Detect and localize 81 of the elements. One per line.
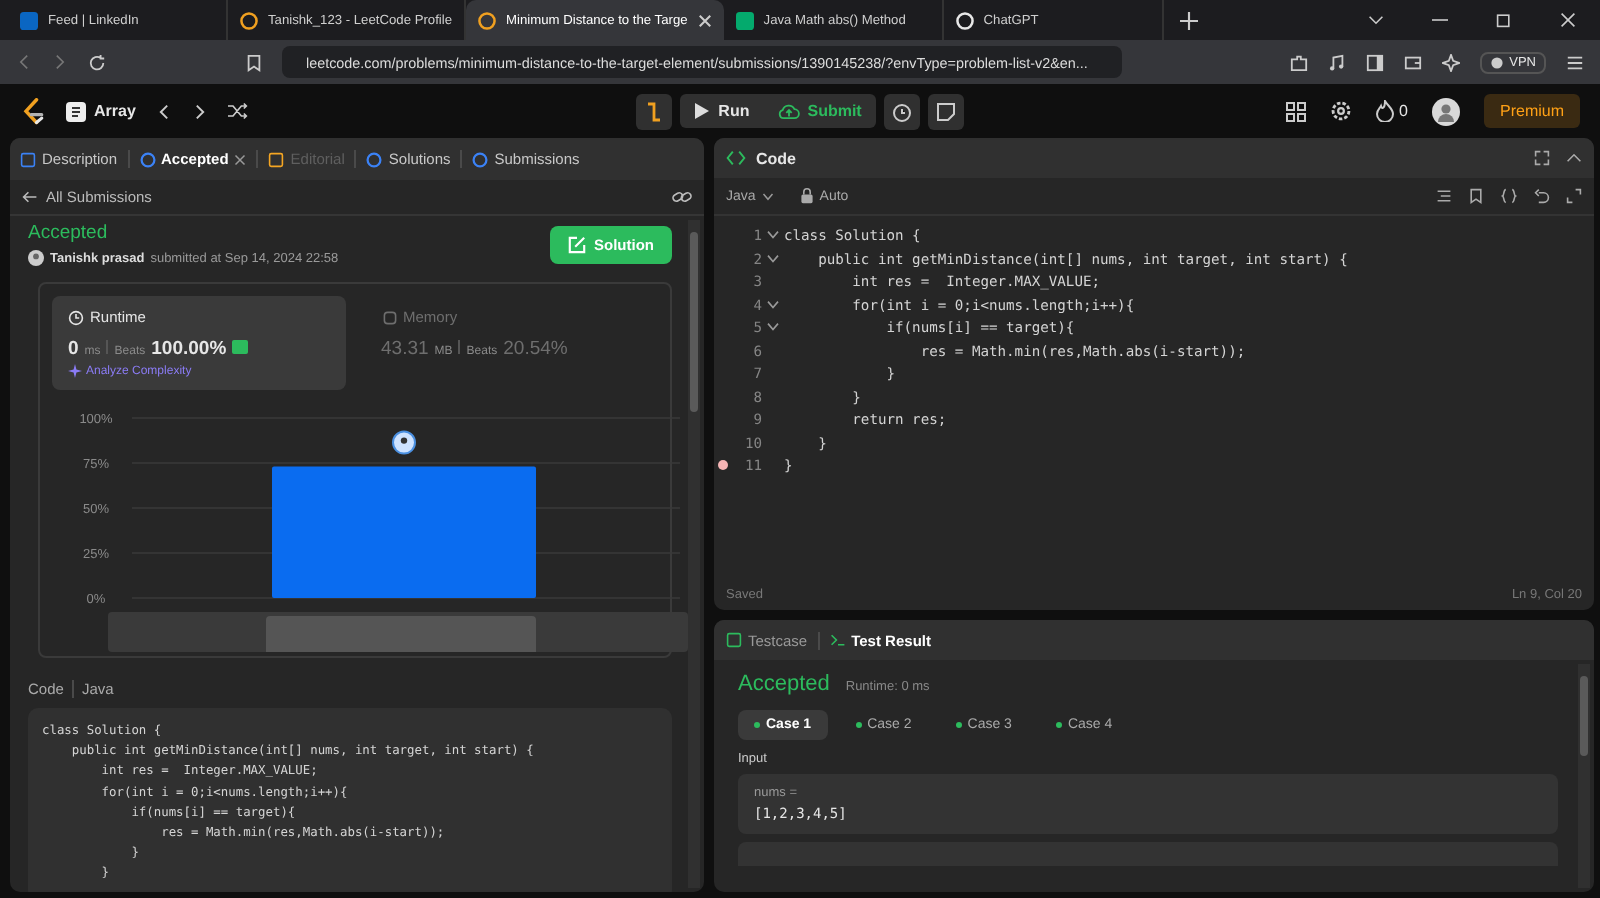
beats-percent: 20.54%: [503, 338, 568, 360]
flame-icon: [1375, 100, 1394, 122]
lock-icon: [799, 188, 814, 204]
premium-button[interactable]: Premium: [1484, 94, 1581, 128]
cloud-upload-icon: [777, 102, 800, 120]
stat-value: 43.31: [381, 338, 429, 360]
undo-icon[interactable]: [1534, 188, 1550, 204]
forward-icon[interactable]: [52, 54, 68, 70]
page-icon: [20, 151, 36, 167]
ring-icon: [139, 151, 156, 167]
checkbox-icon: [726, 632, 742, 648]
play-icon: [694, 102, 711, 120]
avatar-icon: [28, 250, 44, 266]
beats-percent: 100.00%: [151, 338, 227, 360]
scrollbar[interactable]: [1578, 664, 1590, 888]
terminal-icon: [829, 632, 846, 648]
new-tab-icon[interactable]: [1179, 11, 1198, 29]
result-status: Accepted: [738, 672, 830, 696]
reload-icon[interactable]: [88, 53, 106, 71]
alarm-clock-icon[interactable]: [883, 93, 920, 129]
problem-list-button[interactable]: Array: [66, 101, 136, 121]
problem-list-label: Array: [94, 102, 136, 120]
submit-button[interactable]: Submit: [763, 94, 876, 128]
maximize-icon[interactable]: [1534, 150, 1550, 166]
settings-icon[interactable]: [1329, 100, 1352, 122]
breakpoint-dot-icon[interactable]: [717, 460, 727, 471]
bookmark-icon[interactable]: [1468, 188, 1484, 204]
back-icon[interactable]: [16, 54, 32, 70]
sparkle-icon[interactable]: [1441, 53, 1460, 71]
grid-icon[interactable]: [1285, 101, 1306, 121]
site-icon: [20, 11, 38, 29]
chevron-down-icon: [761, 191, 774, 201]
restore-icon[interactable]: [1496, 12, 1512, 28]
clock-icon: [68, 309, 84, 325]
streak-count: 0: [1399, 102, 1408, 120]
sparkle-icon: [68, 364, 82, 378]
fold-chevron-icon[interactable]: [766, 322, 780, 333]
code-icon: [726, 150, 746, 166]
status-dot-icon: [855, 722, 862, 728]
ring-icon: [472, 151, 489, 167]
logo-icon[interactable]: [20, 97, 46, 125]
fold-chevron-icon[interactable]: [766, 230, 780, 241]
run-button[interactable]: Run: [680, 94, 764, 128]
note-icon[interactable]: [927, 93, 964, 129]
list-icon: [66, 101, 86, 121]
globe-icon: [1489, 55, 1504, 69]
arrow-left-icon: [22, 190, 38, 204]
page-icon: [268, 151, 285, 167]
previous-icon[interactable]: [155, 103, 172, 119]
site-icon: [240, 11, 258, 29]
status-dot-icon: [955, 722, 962, 728]
status-dot-icon: [754, 722, 760, 728]
fold-chevron-icon[interactable]: [766, 299, 780, 310]
site-icon: [478, 11, 497, 29]
menu-icon[interactable]: [1566, 53, 1584, 71]
scrollbar[interactable]: [688, 220, 700, 888]
bookmark-icon[interactable]: [246, 53, 262, 71]
stat-value: 0: [68, 338, 79, 360]
status-dot-icon: [1055, 722, 1062, 728]
shuffle-icon[interactable]: [227, 102, 248, 120]
ring-icon: [366, 151, 383, 167]
panel-title: Code: [756, 149, 796, 167]
music-icon[interactable]: [1327, 53, 1346, 71]
chevron-down-icon[interactable]: [1368, 12, 1384, 28]
expand-icon[interactable]: [1566, 188, 1582, 204]
site-icon: [735, 11, 754, 29]
avatar-icon[interactable]: [1432, 97, 1460, 125]
edit-icon: [568, 235, 586, 253]
braces-icon[interactable]: [1500, 188, 1518, 204]
close-icon[interactable]: [1560, 12, 1576, 28]
sidebar-icon[interactable]: [1365, 53, 1384, 71]
close-icon[interactable]: [234, 153, 247, 165]
next-icon[interactable]: [191, 103, 208, 119]
format-icon[interactable]: [1436, 188, 1452, 204]
status-text: Accepted: [28, 222, 110, 244]
avatar-marker-icon: [392, 430, 416, 455]
link-icon[interactable]: [672, 188, 692, 206]
chevron-up-icon[interactable]: [1566, 150, 1582, 166]
streak-counter[interactable]: 0: [1375, 100, 1408, 122]
fold-chevron-icon[interactable]: [766, 253, 780, 264]
close-icon[interactable]: [697, 13, 712, 27]
